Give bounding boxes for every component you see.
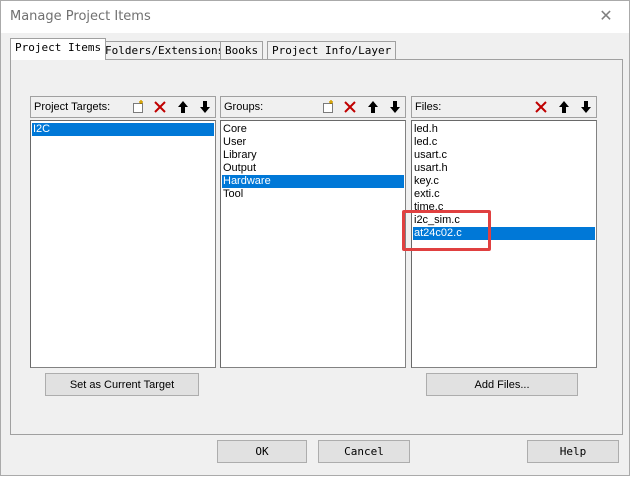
list-item[interactable]: led.c: [413, 136, 595, 149]
list-item[interactable]: Output: [222, 162, 404, 175]
groups-label: Groups:: [224, 101, 264, 113]
list-item[interactable]: Library: [222, 149, 404, 162]
move-down-icon[interactable]: [195, 98, 214, 116]
move-down-icon[interactable]: [576, 98, 595, 116]
delete-icon[interactable]: [531, 98, 550, 116]
help-button[interactable]: Help: [527, 440, 619, 463]
delete-icon[interactable]: [150, 98, 169, 116]
list-item[interactable]: Core: [222, 123, 404, 136]
new-item-icon[interactable]: [318, 98, 337, 116]
files-label: Files:: [415, 101, 442, 113]
list-item[interactable]: Tool: [222, 188, 404, 201]
add-files-button[interactable]: Add Files...: [426, 373, 578, 396]
ok-button[interactable]: OK: [217, 440, 307, 463]
annotation-highlight-box: [402, 210, 491, 251]
project-targets-label: Project Targets:: [34, 101, 111, 113]
groups-header: Groups:: [220, 96, 406, 118]
cancel-button[interactable]: Cancel: [318, 440, 410, 463]
window-title: Manage Project Items: [10, 9, 151, 24]
delete-icon[interactable]: [340, 98, 359, 116]
list-item[interactable]: key.c: [413, 175, 595, 188]
list-item[interactable]: exti.c: [413, 188, 595, 201]
tab-project-items[interactable]: Project Items: [10, 38, 107, 60]
move-up-icon[interactable]: [173, 98, 192, 116]
set-as-current-target-button[interactable]: Set as Current Target: [45, 373, 199, 396]
move-up-icon[interactable]: [554, 98, 573, 116]
project-targets-panel: Project Targets: I2C: [30, 96, 216, 368]
list-item[interactable]: Hardware: [222, 175, 404, 188]
list-item[interactable]: led.h: [413, 123, 595, 136]
tab-project-info-layer[interactable]: Project Info/Layer: [267, 41, 397, 61]
list-item[interactable]: usart.h: [413, 162, 595, 175]
list-item[interactable]: usart.c: [413, 149, 595, 162]
groups-list[interactable]: Core User Library Output Hardware Tool: [220, 120, 406, 368]
move-up-icon[interactable]: [363, 98, 382, 116]
move-down-icon[interactable]: [385, 98, 404, 116]
manage-project-items-dialog: Manage Project Items ✕ Project Items Fol…: [0, 0, 630, 476]
files-header: Files:: [411, 96, 597, 118]
list-item[interactable]: I2C: [32, 123, 214, 136]
tab-folders-extensions[interactable]: Folders/Extensions: [100, 41, 230, 61]
project-targets-header: Project Targets:: [30, 96, 216, 118]
close-icon[interactable]: ✕: [597, 7, 615, 25]
groups-panel: Groups: Core User Library Output Hardwar…: [220, 96, 406, 368]
title-bar: Manage Project Items ✕: [1, 1, 629, 33]
new-item-icon[interactable]: [128, 98, 147, 116]
project-targets-list[interactable]: I2C: [30, 120, 216, 368]
list-item[interactable]: User: [222, 136, 404, 149]
tab-books[interactable]: Books: [220, 41, 264, 61]
